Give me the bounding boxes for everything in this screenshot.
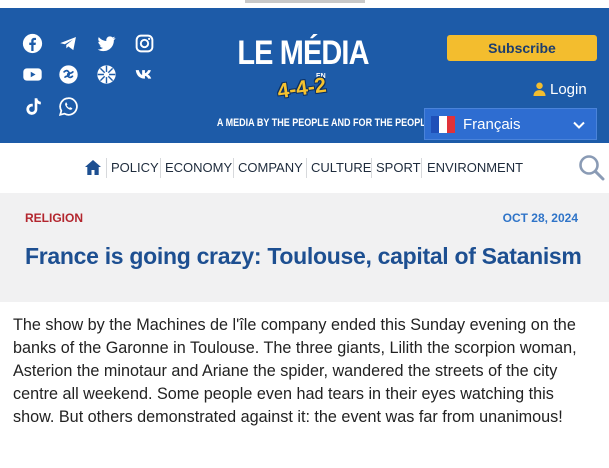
article-date: OCT 28, 2024 xyxy=(502,211,578,225)
article-title: France is going crazy: Toulouse, capital… xyxy=(25,243,582,269)
nav-item-policy[interactable]: POLICY xyxy=(111,160,159,175)
facebook-icon[interactable] xyxy=(18,29,46,57)
nav-divider xyxy=(421,158,422,178)
nav-item-company[interactable]: COMPANY xyxy=(238,160,303,175)
telegram-icon[interactable] xyxy=(54,29,82,57)
france-flag-icon xyxy=(431,115,455,133)
rumble-icon[interactable] xyxy=(92,60,120,88)
language-select[interactable]: Français xyxy=(424,108,597,140)
whatsapp-icon[interactable] xyxy=(54,92,82,120)
nav-item-culture[interactable]: CULTURE xyxy=(311,160,371,175)
logo-tagline: A MEDIA BY THE PEOPLE AND FOR THE PEOPLE xyxy=(216,117,432,129)
top-strip xyxy=(0,0,609,8)
nav-item-environment[interactable]: ENVIRONMENT xyxy=(427,160,523,175)
nav-divider xyxy=(371,158,372,178)
top-strip-bar xyxy=(245,0,365,3)
search-icon[interactable] xyxy=(578,154,605,181)
site-header: LE MÉDIA EN 4-4-2 A MEDIA BY THE PEOPLE … xyxy=(0,8,609,143)
article-lead: The show by the Machines de l'île compan… xyxy=(13,316,577,426)
site-logo[interactable]: LE MÉDIA EN 4-4-2 A MEDIA BY THE PEOPLE … xyxy=(198,24,432,136)
youtube-icon[interactable] xyxy=(18,60,46,88)
odysee-icon[interactable] xyxy=(54,60,82,88)
logo-score: 4-4-2 xyxy=(276,73,328,104)
main-nav: POLICY ECONOMY COMPANY CULTURE SPORT ENV… xyxy=(0,143,609,193)
nav-item-economy[interactable]: ECONOMY xyxy=(165,160,232,175)
language-label: Français xyxy=(463,115,521,133)
nav-divider xyxy=(306,158,307,178)
subscribe-button[interactable]: Subscribe xyxy=(447,35,597,61)
article-header: RELIGION OCT 28, 2024 France is going cr… xyxy=(0,193,609,302)
nav-divider xyxy=(106,158,107,178)
home-icon[interactable] xyxy=(84,159,102,176)
nav-divider xyxy=(160,158,161,178)
logo-title: LE MÉDIA xyxy=(237,34,369,72)
login-label: Login xyxy=(550,80,587,98)
tiktok-icon[interactable] xyxy=(18,92,46,120)
login-link[interactable]: Login xyxy=(533,80,587,98)
chevron-down-icon xyxy=(573,121,585,129)
category-link[interactable]: RELIGION xyxy=(25,211,83,225)
nav-item-sport[interactable]: SPORT xyxy=(376,160,421,175)
nav-divider xyxy=(233,158,234,178)
instagram-icon[interactable] xyxy=(130,29,158,57)
user-icon xyxy=(533,82,546,96)
vk-icon[interactable] xyxy=(130,60,158,88)
twitter-icon[interactable] xyxy=(92,29,120,57)
